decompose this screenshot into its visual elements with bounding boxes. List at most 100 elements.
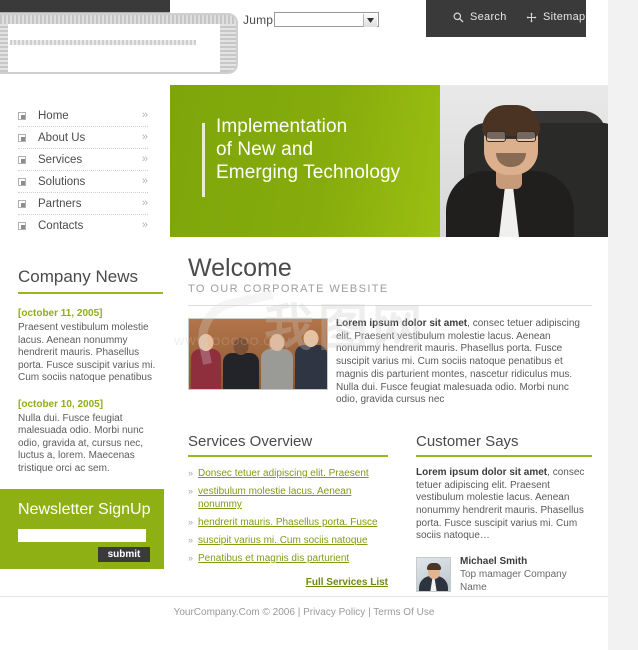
newsletter-email-input[interactable]	[18, 529, 146, 542]
chevron-right-icon: »	[141, 197, 148, 209]
news-item: [october 11, 2005] Praesent vestibulum m…	[18, 307, 164, 385]
heading-rule	[416, 454, 592, 457]
left-column: Company News [october 11, 2005] Praesent…	[18, 267, 164, 475]
chevron-right-icon: »	[141, 131, 148, 143]
search-button[interactable]: Search	[453, 11, 507, 23]
sidebar-item-home[interactable]: Home »	[18, 105, 148, 127]
newsletter-submit-button[interactable]: submit	[98, 547, 150, 562]
heading-rule	[18, 292, 163, 294]
service-link[interactable]: vestibulum molestie lacus. Aenean nonumm…	[198, 485, 388, 511]
chevron-right-icon: »	[188, 485, 194, 496]
page-subtitle: TO OUR CORPORATE WEBSITE	[188, 283, 389, 295]
bullet-square-icon	[18, 155, 26, 164]
utility-bar: Search Sitemap	[426, 0, 586, 37]
list-item[interactable]: » Donsec tetuer adipiscing elit. Praesen…	[188, 467, 388, 480]
hero-headline: Implementation of New and Emerging Techn…	[216, 115, 400, 184]
chevron-right-icon: »	[188, 552, 194, 563]
blurred-overlay-box	[0, 13, 238, 74]
sidebar-item-label: Partners	[38, 197, 82, 210]
customer-person: Michael Smith Top mamager Company Name	[416, 555, 592, 594]
magnifier-icon	[453, 12, 464, 23]
hero-photo	[440, 85, 608, 237]
jump-select[interactable]	[274, 12, 379, 27]
chevron-right-icon: »	[188, 467, 194, 478]
chevron-right-icon: »	[141, 175, 148, 187]
list-item[interactable]: » Penatibus et magnis dis parturient	[188, 552, 388, 565]
blurred-overlay-left-edge	[0, 24, 8, 72]
list-item[interactable]: » hendrerit mauris. Phasellus porta. Fus…	[188, 516, 388, 529]
sidebar-item-label: Solutions	[38, 175, 86, 188]
news-body: Nulla dui. Fusce feugiat malesuada odio.…	[18, 412, 144, 474]
jump-label: Jump	[243, 13, 274, 27]
page-title: Welcome	[188, 254, 292, 282]
blurred-overlay-right-edge	[220, 24, 236, 72]
hero-headline-line-3: Emerging Technology	[216, 162, 401, 183]
service-link[interactable]: hendrerit mauris. Phasellus porta. Fusce	[198, 516, 378, 529]
welcome-body: , consec tetuer adipiscing elit. Praesen…	[336, 318, 580, 406]
heading-rule	[188, 454, 388, 457]
intro-block: Lorem ipsum dolor sit amet, consec tetue…	[188, 318, 592, 407]
bullet-square-icon	[18, 177, 26, 186]
section-divider	[188, 305, 592, 306]
welcome-lead: Lorem ipsum dolor sit amet	[336, 318, 468, 329]
service-link[interactable]: Donsec tetuer adipiscing elit. Praesent	[198, 467, 369, 480]
chevron-right-icon: »	[141, 153, 148, 165]
bullet-square-icon	[18, 221, 26, 230]
sidebar-item-solutions[interactable]: Solutions »	[18, 171, 148, 193]
service-link[interactable]: Penatibus et magnis dis parturient	[198, 552, 349, 565]
sidebar-item-services[interactable]: Services »	[18, 149, 148, 171]
welcome-paragraph: Lorem ipsum dolor sit amet, consec tetue…	[336, 318, 592, 407]
photo-person	[295, 330, 327, 389]
sidebar-item-about-us[interactable]: About Us »	[18, 127, 148, 149]
hero-headline-line-2: of New and	[216, 139, 314, 160]
bullet-square-icon	[18, 199, 26, 208]
footer: YourCompany.Com © 2006 | Privacy Policy …	[0, 596, 608, 627]
sidebar-item-label: About Us	[38, 131, 86, 144]
list-item[interactable]: » suscipit varius mi. Cum sociis natoque	[188, 534, 388, 547]
chevron-right-icon: »	[188, 516, 194, 527]
sidebar-item-label: Home	[38, 109, 69, 122]
list-item[interactable]: » vestibulum molestie lacus. Aenean nonu…	[188, 485, 388, 511]
photo-person	[261, 334, 293, 389]
sitemap-button[interactable]: Sitemap	[526, 11, 585, 23]
page-sheet: Jump Search Sitemap Home » About Us » Se…	[0, 0, 608, 650]
blurred-overlay-header	[0, 15, 236, 24]
search-label: Search	[470, 11, 507, 23]
blurred-overlay-line	[10, 40, 196, 45]
customer-quote-body: , consec tetuer adipiscing elit. Praesen…	[416, 466, 585, 542]
bullet-square-icon	[18, 111, 26, 120]
customer-quote-lead: Lorem ipsum dolor sit amet	[416, 466, 548, 478]
customer-identity: Michael Smith Top mamager Company Name	[460, 555, 592, 594]
company-news-heading: Company News	[18, 267, 138, 286]
news-body: Praesent vestibulum molestie lacus. Aene…	[18, 322, 156, 383]
newsletter-signup: Newsletter SignUp submit	[0, 489, 164, 569]
service-link[interactable]: suscipit varius mi. Cum sociis natoque	[198, 534, 368, 547]
main-column: Welcome TO OUR CORPORATE WEBSITE Lorem i…	[188, 254, 592, 593]
sidebar-item-partners[interactable]: Partners »	[18, 193, 148, 215]
hero-banner: Implementation of New and Emerging Techn…	[170, 85, 608, 237]
sitemap-cross-icon	[526, 12, 537, 23]
customer-says-heading: Customer Says	[416, 432, 519, 450]
customer-quote: Lorem ipsum dolor sit amet, consec tetue…	[416, 467, 592, 543]
full-services-list-link[interactable]: Full Services List	[188, 577, 388, 588]
news-date: [october 10, 2005]	[18, 398, 104, 410]
avatar-hair	[427, 563, 441, 571]
sitemap-label: Sitemap	[543, 11, 586, 23]
hero-accent-rule	[202, 123, 205, 197]
main-navigation: Home » About Us » Services » Solutions »…	[0, 105, 162, 236]
avatar	[416, 557, 451, 593]
customer-says-section: Customer Says Lorem ipsum dolor sit amet…	[416, 433, 592, 594]
chevron-right-icon: »	[188, 534, 194, 545]
chevron-right-icon: »	[141, 109, 148, 121]
sidebar-item-label: Contacts	[38, 219, 84, 232]
customer-name: Michael Smith	[460, 556, 528, 568]
chevron-down-icon[interactable]	[363, 14, 377, 27]
photo-person	[223, 338, 259, 389]
glasses-icon	[486, 131, 536, 142]
hero-headline-line-1: Implementation	[216, 116, 348, 137]
customer-role: Top mamager Company Name	[460, 569, 567, 594]
newsletter-title: Newsletter SignUp	[18, 501, 151, 518]
sidebar-item-label: Services	[38, 153, 83, 166]
news-date: [october 11, 2005]	[18, 308, 103, 319]
sidebar-item-contacts[interactable]: Contacts »	[18, 215, 148, 236]
